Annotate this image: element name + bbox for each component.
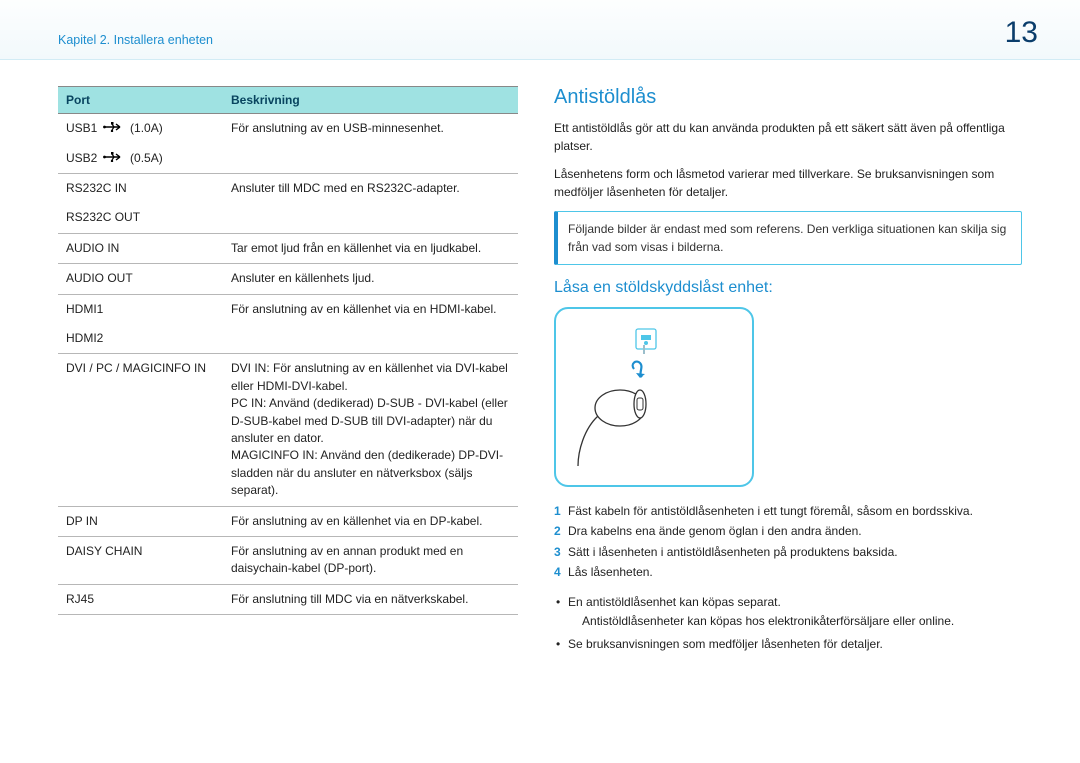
cell-desc [223, 144, 518, 174]
port-suffix: (1.0A) [130, 121, 163, 135]
note-box: Följande bilder är endast med som refere… [554, 211, 1022, 265]
cell-port: RS232C IN [58, 174, 223, 204]
port-label: USB2 [66, 151, 97, 165]
section-title: Antistöldlås [554, 86, 1022, 109]
bullet-item: En antistöldlåsenhet kan köpas separat. … [554, 593, 1022, 631]
step-item: Lås låsenheten. [554, 562, 1022, 582]
table-row: RJ45För anslutning till MDC via en nätve… [58, 584, 518, 614]
chapter-title: Kapitel 2. Installera enheten [58, 33, 213, 47]
table-row: AUDIO OUTAnsluter en källenhets ljud. [58, 264, 518, 294]
th-desc: Beskrivning [223, 87, 518, 114]
cell-port: DAISY CHAIN [58, 536, 223, 584]
cell-desc: För anslutning av en källenhet via en DP… [223, 506, 518, 536]
usb-icon [103, 150, 125, 167]
left-column: Port Beskrivning USB1 (1.0A)För anslutni… [58, 86, 518, 658]
cell-desc: För anslutning av en USB-minnesenhet. [223, 114, 518, 144]
cell-port: DVI / PC / MAGICINFO IN [58, 354, 223, 506]
table-header-row: Port Beskrivning [58, 87, 518, 114]
cell-desc: Ansluter en källenhets ljud. [223, 264, 518, 294]
table-row: DVI / PC / MAGICINFO INDVI IN: För anslu… [58, 354, 518, 506]
th-port: Port [58, 87, 223, 114]
cell-desc: För anslutning av en källenhet via en HD… [223, 294, 518, 324]
table-row: DAISY CHAINFör anslutning av en annan pr… [58, 536, 518, 584]
cell-port: HDMI2 [58, 324, 223, 354]
cell-desc: DVI IN: För anslutning av en källenhet v… [223, 354, 518, 506]
page-header: Kapitel 2. Installera enheten 13 [0, 0, 1080, 60]
intro-para-1: Ett antistöldlås gör att du kan använda … [554, 119, 1022, 155]
cell-port: AUDIO IN [58, 233, 223, 263]
cell-desc: Tar emot ljud från en källenhet via en l… [223, 233, 518, 263]
cell-port: RS232C OUT [58, 203, 223, 233]
port-label: USB1 [66, 121, 97, 135]
table-row: AUDIO INTar emot ljud från en källenhet … [58, 233, 518, 263]
table-row: HDMI2 [58, 324, 518, 354]
bullet-text: En antistöldlåsenhet kan köpas separat. [568, 595, 781, 609]
table-row: USB1 (1.0A)För anslutning av en USB-minn… [58, 114, 518, 144]
bullets-list: En antistöldlåsenhet kan köpas separat. … [554, 593, 1022, 655]
ports-table: Port Beskrivning USB1 (1.0A)För anslutni… [58, 86, 518, 615]
cell-desc [223, 324, 518, 354]
step-item: Fäst kabeln för antistöldlåsenheten i et… [554, 501, 1022, 521]
cell-port: AUDIO OUT [58, 264, 223, 294]
lock-illustration [574, 321, 694, 471]
table-row: RS232C INAnsluter till MDC med en RS232C… [58, 174, 518, 204]
cell-port: USB1 (1.0A) [58, 114, 223, 144]
cell-desc [223, 203, 518, 233]
usb-icon [103, 120, 125, 137]
steps-list: Fäst kabeln för antistöldlåsenheten i et… [554, 501, 1022, 583]
cell-desc: För anslutning av en annan produkt med e… [223, 536, 518, 584]
illustration-box [554, 307, 754, 487]
step-item: Dra kabelns ena ände genom öglan i den a… [554, 521, 1022, 541]
cell-port: HDMI1 [58, 294, 223, 324]
table-row: USB2 (0.5A) [58, 144, 518, 174]
bullet-subtext: Antistöldlåsenheter kan köpas hos elektr… [568, 612, 1022, 631]
page-number: 13 [1005, 16, 1038, 50]
cell-port: RJ45 [58, 584, 223, 614]
table-row: DP INFör anslutning av en källenhet via … [58, 506, 518, 536]
table-row: RS232C OUT [58, 203, 518, 233]
cell-desc: Ansluter till MDC med en RS232C-adapter. [223, 174, 518, 204]
right-column: Antistöldlås Ett antistöldlås gör att du… [554, 86, 1022, 658]
cell-desc: För anslutning till MDC via en nätverksk… [223, 584, 518, 614]
sub-title: Låsa en stöldskyddslåst enhet: [554, 279, 1022, 297]
cell-port: USB2 (0.5A) [58, 144, 223, 174]
step-item: Sätt i låsenheten i antistöldlåsenheten … [554, 542, 1022, 562]
table-row: HDMI1För anslutning av en källenhet via … [58, 294, 518, 324]
port-suffix: (0.5A) [130, 151, 163, 165]
bullet-item: Se bruksanvisningen som medföljer låsenh… [554, 635, 1022, 654]
page-content: Port Beskrivning USB1 (1.0A)För anslutni… [0, 60, 1080, 658]
intro-para-2: Låsenhetens form och låsmetod varierar m… [554, 165, 1022, 201]
cell-port: DP IN [58, 506, 223, 536]
